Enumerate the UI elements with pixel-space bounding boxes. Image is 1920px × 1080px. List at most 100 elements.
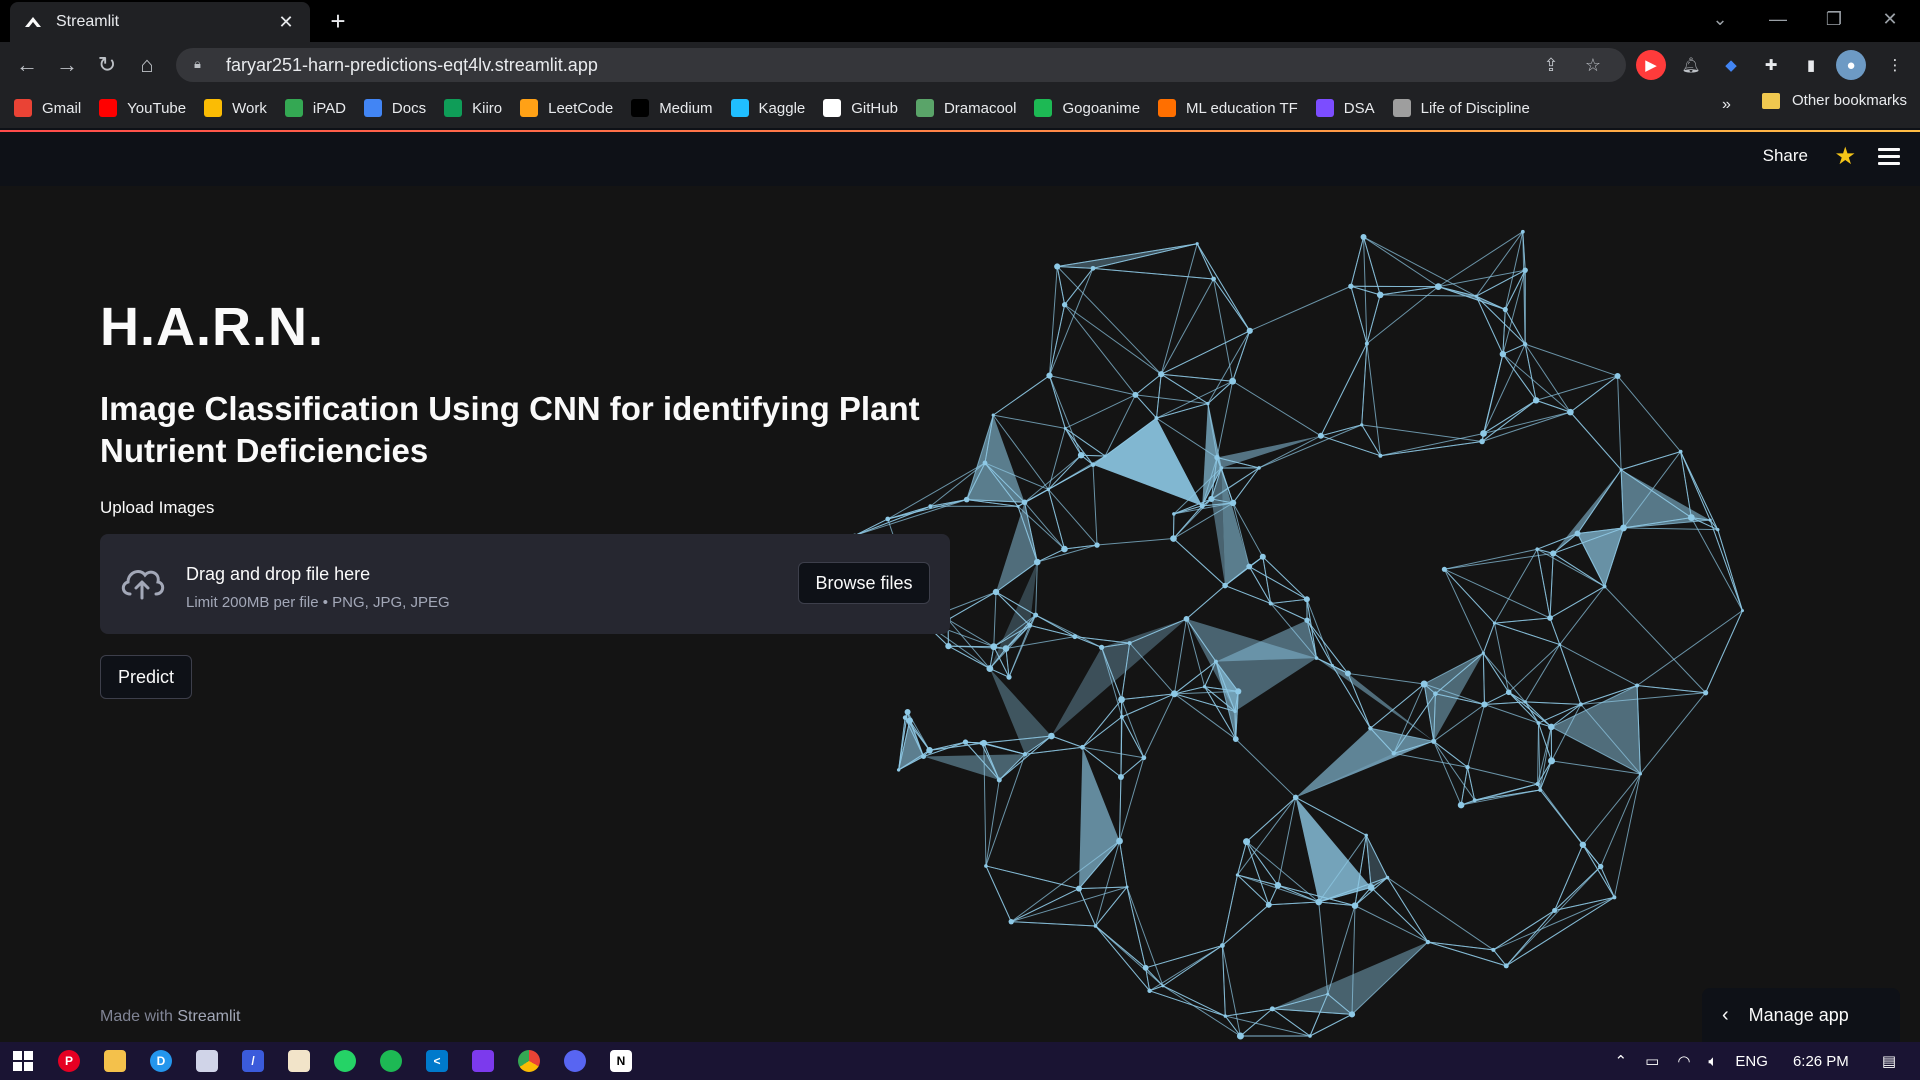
cloud-upload-icon xyxy=(121,570,165,600)
footer-prefix: Made with xyxy=(100,1008,173,1025)
dropzone-title: Drag and drop file here xyxy=(186,564,371,584)
streamlit-link[interactable]: Streamlit xyxy=(177,1008,240,1025)
clock[interactable]: 6:26 PM xyxy=(1793,1053,1849,1070)
bookmark-item[interactable]: Kaggle xyxy=(730,99,806,117)
predict-button[interactable]: Predict xyxy=(100,655,192,699)
new-tab-button[interactable]: + xyxy=(322,6,354,38)
puzzle-icon[interactable]: ✚ xyxy=(1756,50,1786,80)
file-dropzone[interactable]: Drag and drop file here Limit 200MB per … xyxy=(100,534,950,634)
bookmark-label: GitHub xyxy=(851,99,898,117)
bookmark-label: Kaggle xyxy=(758,99,806,117)
back-button[interactable]: ← xyxy=(12,50,42,80)
reload-button[interactable]: ↻ xyxy=(92,50,122,80)
chevron-left-icon: ‹ xyxy=(1722,1003,1729,1026)
upload-label: Upload Images xyxy=(100,498,215,517)
editor-icon[interactable]: / xyxy=(230,1042,276,1080)
bookmark-item[interactable]: ML education TF xyxy=(1158,99,1298,117)
file-explorer-icon[interactable] xyxy=(92,1042,138,1080)
bookmark-label: Dramacool xyxy=(943,99,1017,117)
bookmark-star-icon[interactable]: ☆ xyxy=(1578,55,1608,76)
spotify-icon[interactable] xyxy=(368,1042,414,1080)
vscode-icon[interactable]: < xyxy=(414,1042,460,1080)
tab-title: Streamlit xyxy=(56,13,120,30)
forward-button[interactable]: → xyxy=(52,50,82,80)
notion-icon[interactable]: N xyxy=(598,1042,644,1080)
language-indicator[interactable]: ENG xyxy=(1735,1053,1768,1070)
address-bar[interactable]: 🔒︎ faryar251-harn-predictions-eqt4lv.str… xyxy=(176,48,1626,82)
discord-icon[interactable] xyxy=(552,1042,598,1080)
notification-icon[interactable]: ▤ xyxy=(1882,1052,1896,1070)
bookmark-item[interactable]: iPAD xyxy=(284,99,346,117)
profile-avatar[interactable]: ● xyxy=(1836,50,1866,80)
bookmark-label: ML education TF xyxy=(1186,99,1298,117)
volume-icon[interactable]: 🔈︎ xyxy=(1708,1053,1717,1070)
bookmark-item[interactable]: Dramacool xyxy=(915,99,1017,117)
star-icon[interactable]: ★ xyxy=(1834,142,1856,171)
youtube-extension-icon[interactable]: ▶ xyxy=(1636,50,1666,80)
browser-window: Streamlit ✕ + ⌄ — ❐ ✕ ← → ↻ ⌂ 🔒︎ faryar2… xyxy=(0,0,1920,1080)
bookmark-label: iPAD xyxy=(312,99,346,117)
bookmark-item[interactable]: YouTube xyxy=(99,99,186,117)
share-page-icon[interactable]: ⇪ xyxy=(1536,55,1566,76)
more-bookmarks-icon[interactable]: » xyxy=(1722,96,1731,114)
home-button[interactable]: ⌂ xyxy=(132,50,162,80)
docker-icon[interactable]: D xyxy=(138,1042,184,1080)
tab-search-icon[interactable]: ⌄ xyxy=(1692,0,1748,40)
bookmark-item[interactable]: DSA xyxy=(1315,99,1375,117)
bookmark-item[interactable]: Gogoanime xyxy=(1034,99,1140,117)
browse-files-button[interactable]: Browse files xyxy=(798,562,930,604)
bookmark-label: Kiiro xyxy=(472,99,503,117)
kaggle-icon xyxy=(730,99,749,117)
bookmark-label: Gogoanime xyxy=(1062,99,1141,117)
other-bookmarks-label: Other bookmarks xyxy=(1792,92,1908,109)
bookmark-label: Medium xyxy=(659,99,713,117)
tab-close-icon[interactable]: ✕ xyxy=(276,12,296,33)
other-bookmarks[interactable]: Other bookmarks xyxy=(1762,92,1907,109)
bookmark-label: YouTube xyxy=(127,99,187,117)
tensorflow-icon xyxy=(1158,99,1177,117)
bookmark-item[interactable]: Medium xyxy=(631,99,713,117)
snipping-icon[interactable] xyxy=(184,1042,230,1080)
windows-start-icon[interactable] xyxy=(0,1042,46,1080)
bookmark-item[interactable]: Kiiro xyxy=(444,99,502,117)
url-text[interactable]: faryar251-harn-predictions-eqt4lv.stream… xyxy=(226,55,1524,76)
hamburger-menu-icon[interactable] xyxy=(1878,148,1900,166)
bookmark-item[interactable]: Life of Discipline xyxy=(1392,99,1530,117)
share-button[interactable]: Share xyxy=(1763,146,1808,166)
dropzone-limit: Limit 200MB per file • PNG, JPG, JPEG xyxy=(186,594,450,611)
game-icon[interactable] xyxy=(276,1042,322,1080)
bookmark-item[interactable]: LeetCode xyxy=(520,99,613,117)
windows-taskbar: P D / < N ⌃ ▭ ◠ 🔈︎ ENG 6:26 PM ▤ xyxy=(0,1042,1920,1080)
bookmark-label: DSA xyxy=(1343,99,1375,117)
chevron-up-icon[interactable]: ⌃ xyxy=(1615,1052,1628,1070)
bookmark-item[interactable]: Work xyxy=(204,99,267,117)
browser-tab[interactable]: Streamlit ✕ xyxy=(10,2,310,42)
bookmark-item[interactable]: Docs xyxy=(363,99,426,117)
pinterest-icon[interactable]: P xyxy=(46,1042,92,1080)
bookmark-item[interactable]: Gmail xyxy=(14,99,81,117)
obsidian-icon[interactable] xyxy=(460,1042,506,1080)
tab-strip: Streamlit ✕ + ⌄ — ❐ ✕ xyxy=(0,0,1920,42)
bookmark-item[interactable]: GitHub xyxy=(823,99,898,117)
minimize-button[interactable]: — xyxy=(1750,0,1806,40)
lock-icon[interactable]: 🔒︎ xyxy=(194,56,212,74)
restore-button[interactable]: ❐ xyxy=(1806,0,1862,40)
bookmarks-bar: Gmail YouTube Work iPAD Docs Kiiro LeetCode Med… xyxy=(0,88,1920,128)
chrome-icon[interactable] xyxy=(506,1042,552,1080)
extension-icon[interactable]: 🔔︎ xyxy=(1676,50,1706,80)
bookmark-label: Life of Discipline xyxy=(1420,99,1530,117)
manage-app-button[interactable]: ‹ Manage app xyxy=(1702,988,1900,1042)
extension-shield-icon[interactable]: ◆ xyxy=(1716,50,1746,80)
battery-icon[interactable]: ▭ xyxy=(1645,1052,1659,1070)
docs-icon xyxy=(363,99,382,117)
wifi-icon[interactable]: ◠ xyxy=(1677,1052,1690,1070)
bookmark-label: LeetCode xyxy=(548,99,614,117)
footer: Made with Streamlit xyxy=(100,1008,241,1026)
close-window-button[interactable]: ✕ xyxy=(1862,0,1918,40)
youtube-icon xyxy=(99,99,118,117)
browser-menu-icon[interactable]: ⋮ xyxy=(1880,50,1910,80)
whatsapp-icon[interactable] xyxy=(322,1042,368,1080)
side-panel-icon[interactable]: ▮ xyxy=(1796,50,1826,80)
medium-icon xyxy=(631,99,650,117)
discipline-icon xyxy=(1392,99,1411,117)
